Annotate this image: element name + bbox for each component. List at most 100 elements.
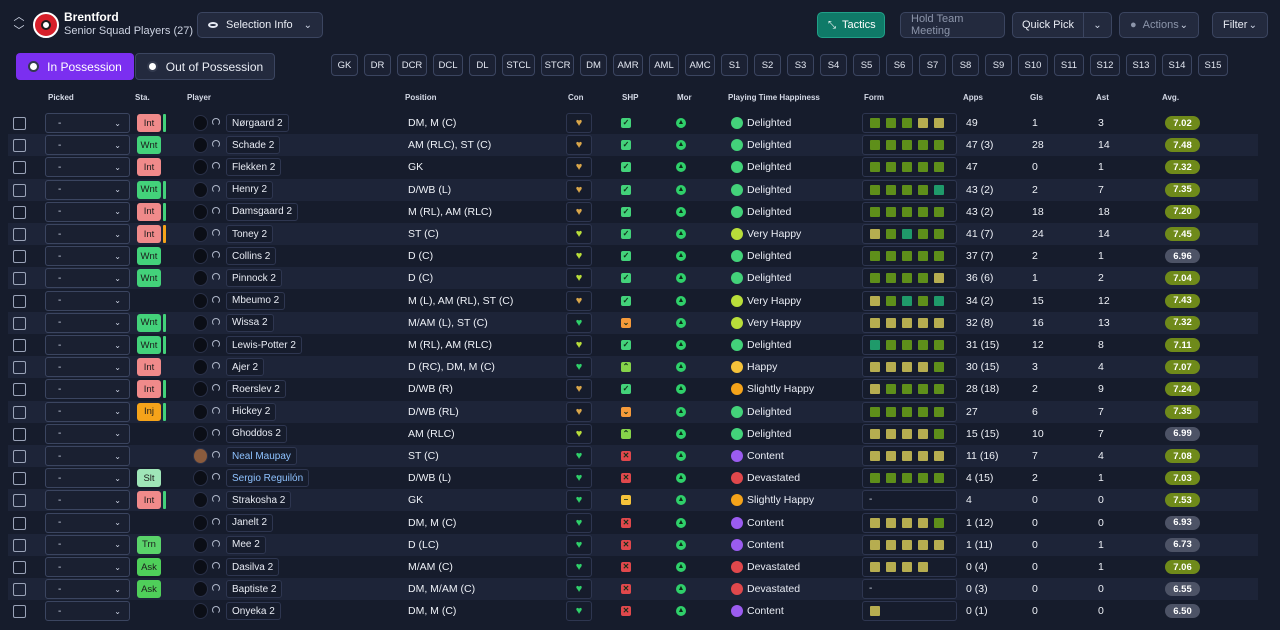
player-name[interactable]: Hickey 2	[226, 402, 277, 421]
status-badge[interactable]: Int	[137, 158, 161, 177]
row-checkbox[interactable]	[13, 183, 26, 197]
table-row[interactable]: - ⌄ Neal Maupay ST (C) ♥ ✕ ▲ Content 11 (16) 7 4 7.…	[8, 445, 1258, 467]
player-name[interactable]: Mee 2	[226, 535, 266, 554]
player-name[interactable]: Wissa 2	[226, 313, 274, 332]
picked-dropdown[interactable]: - ⌄	[45, 135, 130, 156]
row-checkbox[interactable]	[13, 583, 26, 597]
squad-name[interactable]: Senior Squad Players (27)	[64, 24, 193, 39]
status-badge[interactable]: Trn	[137, 535, 161, 554]
status-badge[interactable]: Wnt	[137, 269, 161, 288]
row-checkbox[interactable]	[13, 561, 26, 574]
picked-dropdown[interactable]: - ⌄	[45, 357, 130, 378]
col-player[interactable]: Player	[187, 93, 211, 102]
position-button-s7[interactable]: S7	[919, 54, 946, 76]
position-button-s6[interactable]: S6	[886, 54, 913, 76]
position-button-s14[interactable]: S14	[1162, 54, 1192, 76]
col-gls[interactable]: Gls	[1030, 93, 1043, 102]
picked-dropdown[interactable]: - ⌄	[45, 246, 130, 267]
row-checkbox[interactable]	[13, 272, 26, 286]
row-checkbox[interactable]	[13, 117, 26, 130]
position-button-aml[interactable]: AML	[649, 54, 679, 76]
status-badge[interactable]: Wnt	[137, 247, 161, 266]
position-button-s13[interactable]: S13	[1126, 54, 1156, 76]
picked-dropdown[interactable]: - ⌄	[45, 179, 130, 200]
col-apps[interactable]: Apps	[963, 93, 983, 102]
status-badge[interactable]: Wnt	[137, 336, 161, 354]
picked-dropdown[interactable]: - ⌄	[45, 468, 130, 489]
player-name[interactable]: Sergio Reguilón	[226, 469, 310, 488]
col-mor[interactable]: Mor	[677, 93, 692, 102]
col-picked[interactable]: Picked	[48, 93, 74, 102]
player-name[interactable]: Henry 2	[226, 180, 274, 199]
player-name[interactable]: Onyeka 2	[226, 602, 281, 621]
picked-dropdown[interactable]: - ⌄	[45, 534, 130, 555]
row-checkbox[interactable]	[13, 405, 26, 419]
picked-dropdown[interactable]: - ⌄	[45, 379, 130, 400]
status-badge[interactable]: Ask	[137, 558, 161, 576]
table-row[interactable]: - ⌄ Slt Sergio Reguilón D/WB (L) ♥ ✕ ▲ Devastate…	[8, 467, 1258, 489]
row-checkbox[interactable]	[13, 472, 26, 486]
position-button-s2[interactable]: S2	[754, 54, 781, 76]
status-badge[interactable]: Int	[137, 114, 161, 132]
position-button-dl[interactable]: DL	[469, 54, 496, 76]
row-checkbox[interactable]	[13, 161, 26, 175]
position-button-s12[interactable]: S12	[1090, 54, 1120, 76]
row-checkbox[interactable]	[13, 427, 26, 441]
player-name[interactable]: Janelt 2	[226, 513, 274, 532]
picked-dropdown[interactable]: - ⌄	[45, 312, 130, 333]
picked-dropdown[interactable]: - ⌄	[45, 446, 130, 466]
hold-team-meeting-button[interactable]: Hold Team Meeting	[900, 12, 1005, 38]
status-badge[interactable]: Int	[137, 491, 161, 510]
position-button-s1[interactable]: S1	[721, 54, 748, 76]
position-button-s9[interactable]: S9	[985, 54, 1012, 76]
table-row[interactable]: - ⌄ Inj Hickey 2 D/WB (RL) ♥ ⌄ ▲ Delighted 27 6 7 7.…	[8, 400, 1258, 423]
picked-dropdown[interactable]: - ⌄	[45, 557, 130, 577]
player-name[interactable]: Strakosha 2	[226, 491, 292, 510]
picked-dropdown[interactable]: - ⌄	[45, 512, 130, 533]
table-row[interactable]: - ⌄ Ask Dasilva 2 M/AM (C) ♥ ✕ ▲ Devastated 0 (4)…	[8, 556, 1258, 578]
picked-dropdown[interactable]: - ⌄	[45, 113, 130, 133]
position-button-gk[interactable]: GK	[331, 54, 358, 76]
row-checkbox[interactable]	[13, 605, 26, 619]
table-row[interactable]: - ⌄ Wnt Pinnock 2D (C) ♥ ✓ ▲ Delighted 36 (6) 1 2 7…	[8, 267, 1258, 290]
status-badge[interactable]: Int	[137, 358, 161, 377]
col-shp[interactable]: SHP	[622, 93, 638, 102]
tactics-button[interactable]: ⤡ Tactics	[817, 12, 885, 38]
table-row[interactable]: - ⌄ Ghoddos 2 AM (RLC) ♥ ⌃ ▲ Delighted 15 (15) 10…	[8, 423, 1258, 445]
picked-dropdown[interactable]: - ⌄	[45, 290, 130, 311]
tab-out-of-possession[interactable]: Out of Possession	[135, 53, 275, 80]
chevron-down-icon[interactable]: ⌄	[1093, 20, 1101, 31]
table-row[interactable]: - ⌄ Onyeka 2 DM, M (C) ♥ ✕ ▲ Content 0 (1) 0 0 6.50	[8, 600, 1258, 622]
col-con[interactable]: Con	[568, 93, 584, 102]
table-row[interactable]: - ⌄ Wnt Henry 2 D/WB (L) ♥ ✓ ▲ Delighted 43 (2) 2 7…	[8, 178, 1258, 201]
row-checkbox[interactable]	[13, 250, 26, 264]
picked-dropdown[interactable]: - ⌄	[45, 268, 130, 289]
status-badge[interactable]: Int	[137, 202, 161, 221]
col-form[interactable]: Form	[864, 93, 884, 102]
row-checkbox[interactable]	[13, 294, 26, 308]
position-button-dr[interactable]: DR	[364, 54, 391, 76]
table-row[interactable]: - ⌄ Int Nørgaard 2 DM, M (C) ♥ ✓ ▲ Delighted 49 1 3…	[8, 112, 1258, 134]
player-name[interactable]: Flekken 2	[226, 158, 282, 177]
position-button-amr[interactable]: AMR	[613, 54, 643, 76]
table-row[interactable]: - ⌄ Int Roerslev 2 D/WB (R) ♥ ✓ ▲ Slightly Happy…	[8, 378, 1258, 400]
position-button-s4[interactable]: S4	[820, 54, 847, 76]
player-name[interactable]: Dasilva 2	[226, 558, 280, 576]
position-button-stcr[interactable]: STCR	[541, 54, 574, 76]
player-name[interactable]: Roerslev 2	[226, 380, 286, 399]
prev-next-club-arrows[interactable]: ︿ ﹀	[12, 10, 26, 40]
table-row[interactable]: - ⌄ Mbeumo 2M (L), AM (RL), ST (C) ♥ ✓ ▲ Very …	[8, 290, 1258, 312]
status-badge[interactable]: Int	[137, 225, 161, 243]
table-row[interactable]: - ⌄ Int Damsgaard 2M (RL), AM (RLC) ♥ ✓ ▲ Delig…	[8, 201, 1258, 223]
position-button-dcr[interactable]: DCR	[397, 54, 427, 76]
row-checkbox[interactable]	[13, 494, 26, 508]
position-button-s10[interactable]: S10	[1018, 54, 1048, 76]
tab-in-possession[interactable]: In Possession	[16, 53, 134, 80]
table-row[interactable]: - ⌄ Int Toney 2 ST (C) ♥ ✓ ▲ Very Happy 41 (7) 24 1…	[8, 223, 1258, 245]
table-row[interactable]: - ⌄ Int Flekken 2 GK ♥ ✓ ▲ Delighted 47 0 1 7.32	[8, 156, 1258, 178]
player-name[interactable]: Nørgaard 2	[226, 114, 289, 132]
col-ast[interactable]: Ast	[1096, 93, 1109, 102]
filter-button[interactable]: Filter ⌄	[1212, 12, 1268, 38]
position-button-s11[interactable]: S11	[1054, 54, 1084, 76]
row-checkbox[interactable]	[13, 361, 26, 375]
